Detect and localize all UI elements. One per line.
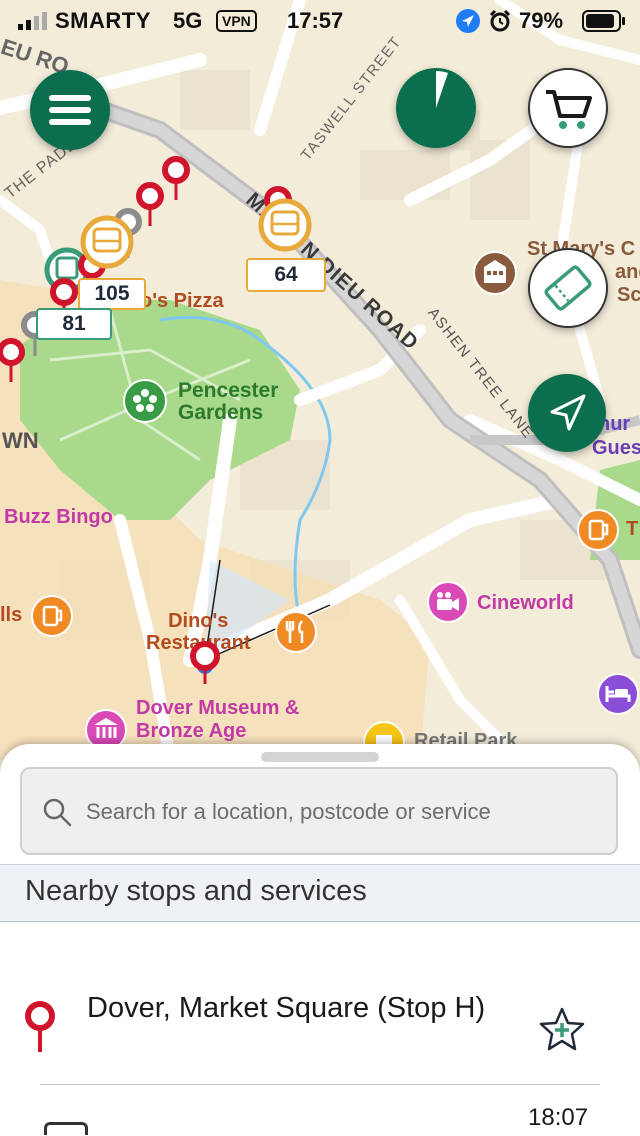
- bus-marker-icon: [80, 215, 134, 269]
- vpn-badge: VPN: [216, 10, 257, 32]
- school-icon: [473, 251, 517, 295]
- poi-label: WN: [2, 428, 39, 453]
- bus-service-icon: [44, 1122, 88, 1135]
- museum-icon: [85, 709, 127, 748]
- divider: [40, 1084, 600, 1085]
- poi-label-line: Dino's: [168, 610, 229, 632]
- stop-name: Dover, Market Square (Stop H): [87, 992, 486, 1024]
- poi-label-line: Bronze Age: [136, 720, 247, 742]
- poi-label: Buzz Bingo: [4, 506, 113, 528]
- bus-stop-pin-icon: [25, 1001, 55, 1052]
- bottom-sheet[interactable]: Nearby stops and services Dover, Market …: [0, 744, 640, 1136]
- sheet-drag-handle[interactable]: [261, 752, 379, 762]
- clock: 17:57: [287, 8, 344, 33]
- refresh-timer-icon: [436, 71, 448, 108]
- search-bar[interactable]: [20, 767, 618, 855]
- pub-icon: [577, 509, 619, 551]
- battery-percent: 79%: [519, 8, 564, 33]
- status-bar: SMARTY 5G VPN 17:57 79%: [0, 0, 640, 40]
- ticket-icon: [544, 265, 592, 311]
- menu-button[interactable]: [30, 70, 110, 150]
- cinema-icon: [427, 581, 469, 623]
- red-stop-pin: [0, 338, 25, 382]
- pub-icon: [31, 595, 73, 637]
- poi-label: T: [626, 518, 639, 540]
- next-departure-time: 18:07: [528, 1104, 589, 1131]
- signal-icon: [18, 12, 47, 30]
- basket-button[interactable]: [528, 68, 608, 148]
- red-stop-pin: [136, 182, 164, 226]
- add-favourite-star-icon[interactable]: [538, 1006, 586, 1052]
- poi-label-line: Dover Museum &: [136, 697, 300, 719]
- carrier-label: SMARTY: [55, 8, 151, 33]
- search-input[interactable]: [84, 793, 608, 831]
- location-services-icon: [456, 9, 480, 33]
- bus-route-label[interactable]: 105: [78, 278, 146, 310]
- refresh-timer-button[interactable]: [396, 68, 476, 148]
- poi-label: lls: [0, 604, 23, 626]
- network-label: 5G: [173, 8, 203, 33]
- bus-route-label[interactable]: 64: [246, 258, 326, 292]
- alarm-icon: [489, 9, 511, 32]
- battery-icon: [582, 10, 625, 32]
- stop-list-item[interactable]: Dover, Market Square (Stop H): [0, 974, 640, 1084]
- poi-label: Dover Museum & Bronze Age: [136, 697, 299, 743]
- locate-me-button[interactable]: [528, 374, 606, 452]
- search-icon: [43, 798, 72, 827]
- section-header: Nearby stops and services: [0, 864, 640, 922]
- restaurant-icon: [275, 611, 317, 653]
- red-stop-pin: [162, 156, 190, 200]
- hotel-icon: [597, 673, 639, 715]
- tickets-button[interactable]: [528, 248, 608, 328]
- hamburger-menu-icon: [49, 95, 91, 125]
- poi-label: Cineworld: [477, 592, 574, 614]
- bus-route-label[interactable]: 81: [36, 308, 112, 340]
- current-stop-pin[interactable]: [188, 638, 224, 688]
- section-title: Nearby stops and services: [25, 875, 367, 907]
- shopping-cart-icon: [546, 90, 592, 129]
- location-arrow-icon: [550, 394, 586, 431]
- bus-marker-icon: [258, 198, 312, 252]
- poi-label-line: Gardens: [178, 401, 264, 424]
